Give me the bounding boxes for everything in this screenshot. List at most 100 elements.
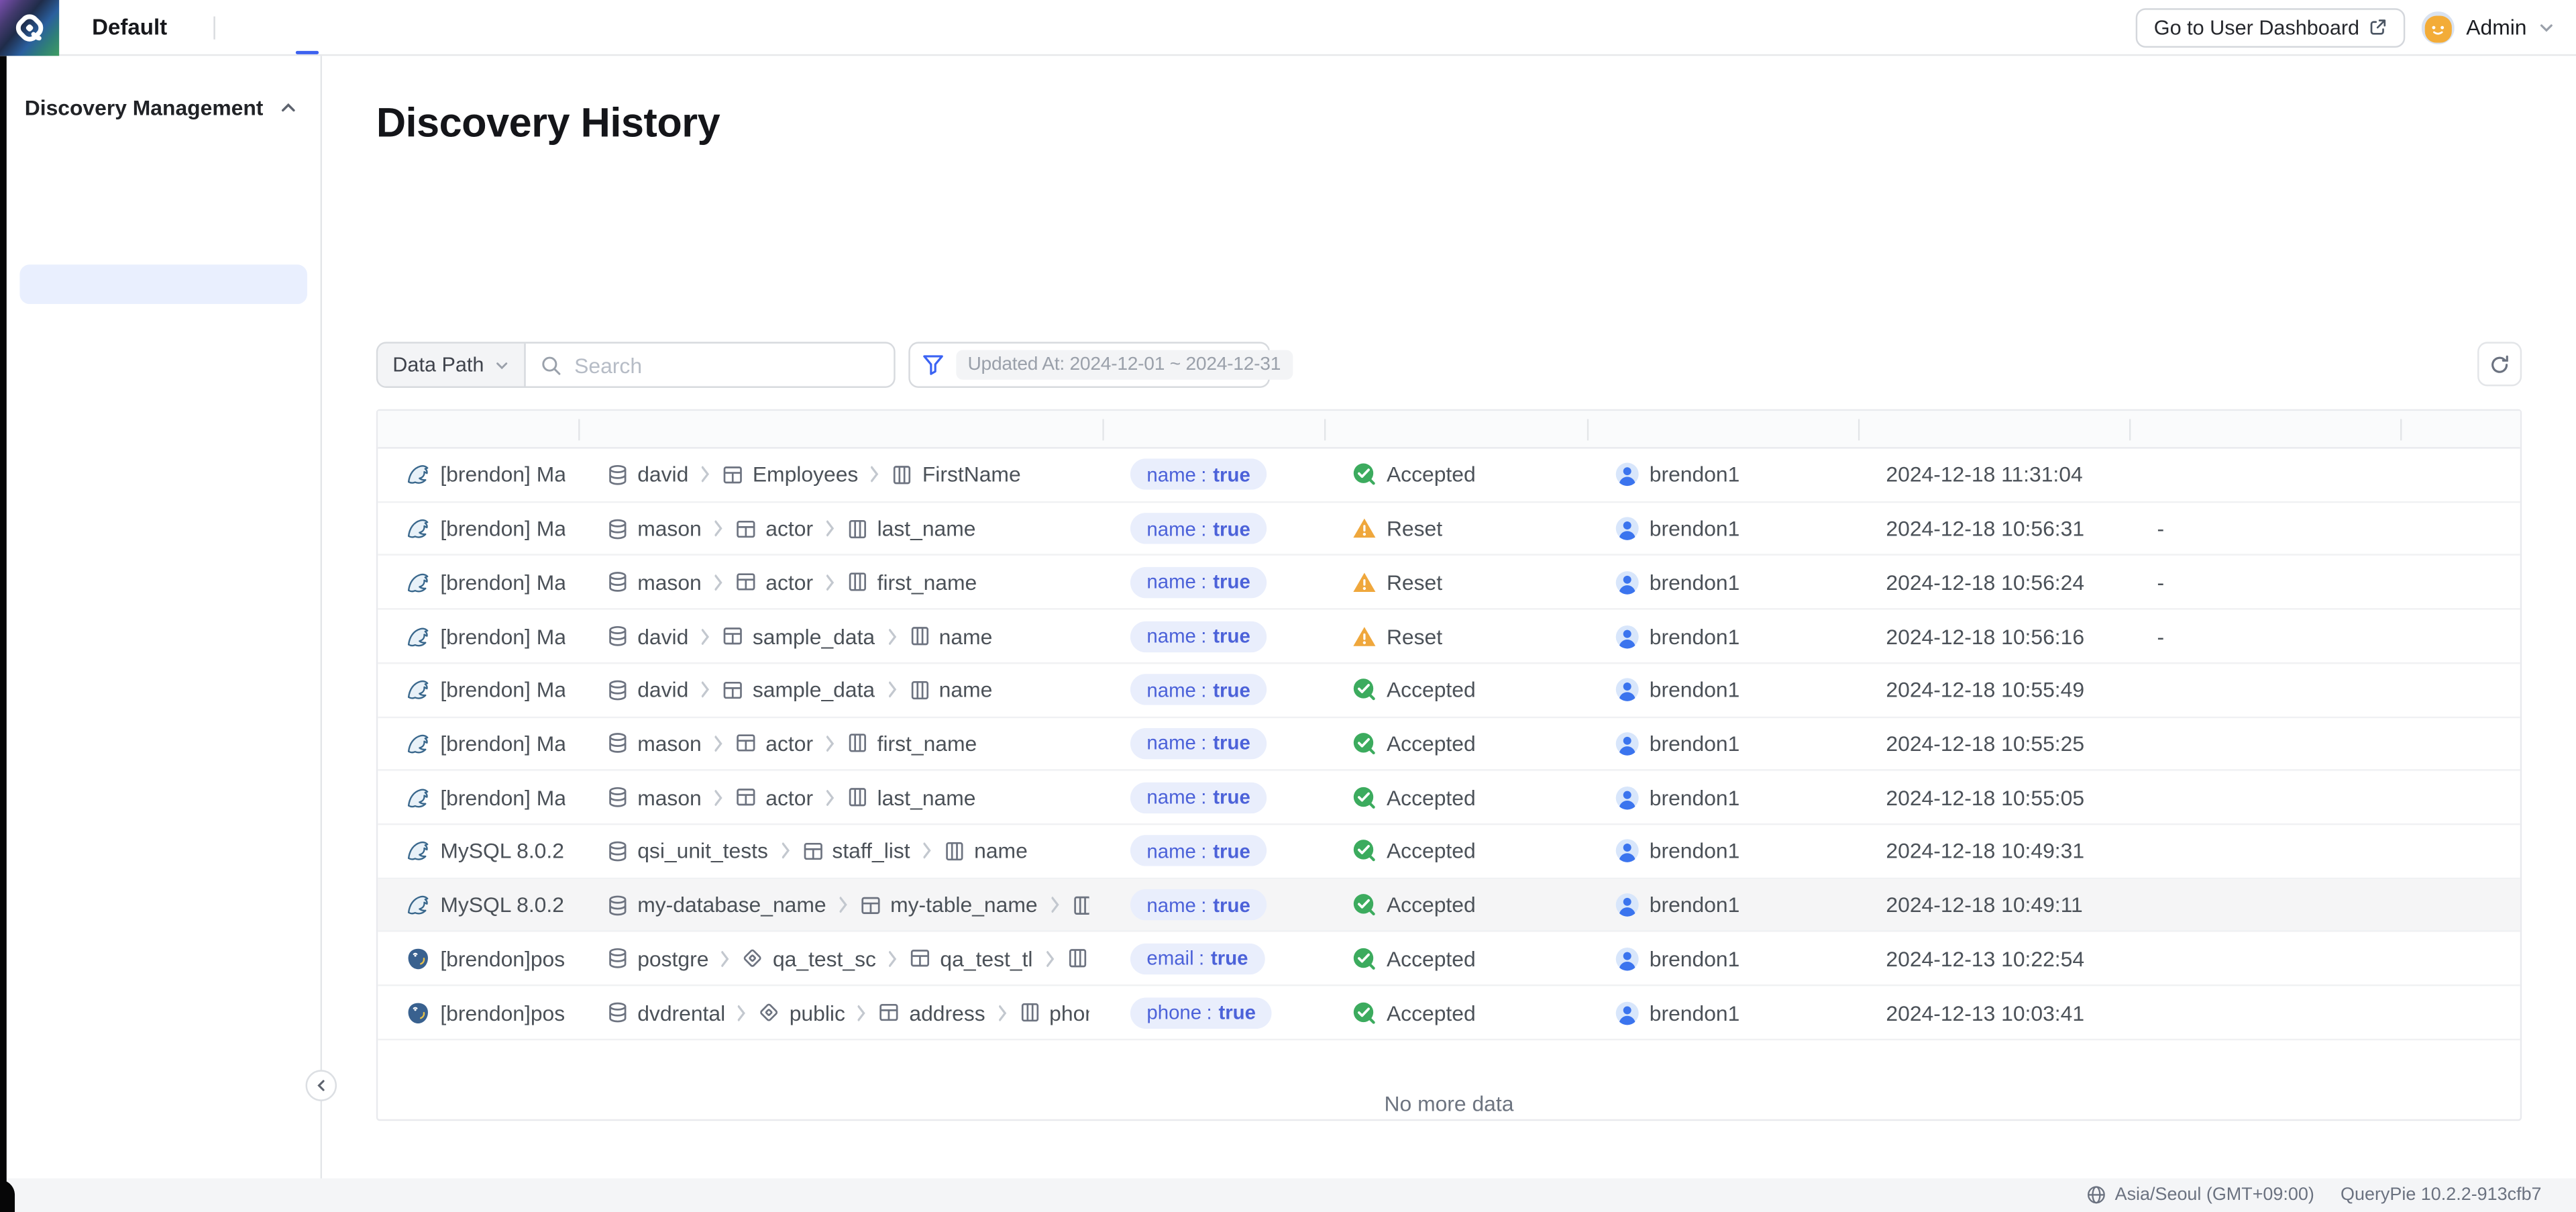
updated-by-label: brendon1: [1650, 839, 1740, 864]
mysql-logo-icon: [406, 839, 431, 864]
table-row[interactable]: [brendon] Maria masonactorfirst_name nam…: [378, 556, 2520, 610]
sidebar-collapse-button[interactable]: [306, 1069, 337, 1101]
updated-by-label: brendon1: [1650, 570, 1740, 595]
status-bar: Asia/Seoul (GMT+09:00) QueryPie 10.2.2-9…: [0, 1178, 2576, 1212]
chevron-right-icon: [855, 1003, 869, 1022]
nav-tab-servers[interactable]: [376, 0, 422, 54]
path-segment-label: david: [637, 623, 688, 648]
connection-label: [brendon] Maria: [440, 462, 565, 487]
go-to-user-dashboard-button[interactable]: Go to User Dashboard: [2136, 7, 2406, 47]
path-segment-database: postgre: [606, 946, 709, 971]
path-segment-label: first_name: [877, 570, 977, 595]
mysql-logo-icon: [406, 678, 431, 703]
top-navigation-bar: Default Go to User Dashboard: [0, 0, 2576, 56]
path-segment-column: name: [908, 678, 992, 703]
path-segment-label: last_name: [877, 516, 976, 541]
accepted-check-icon: [1352, 678, 1377, 703]
sensitive-item-badge: name:true: [1130, 728, 1267, 760]
table-row[interactable]: MySQL 8.0.28 my-database_namemy-table_na…: [378, 879, 2520, 933]
refresh-button[interactable]: [2477, 342, 2522, 386]
database-icon: [606, 571, 629, 594]
version-status: QueryPie 10.2.2-913cfb7: [2341, 1185, 2542, 1205]
user-avatar-icon: [1615, 731, 1640, 756]
querypie-logo[interactable]: [0, 0, 59, 55]
column-header-connection: [378, 411, 578, 447]
path-segment-label: actor: [765, 570, 813, 595]
path-segment-table: actor: [735, 516, 813, 541]
search-icon: [540, 354, 561, 376]
database-icon: [606, 840, 629, 862]
cell-action: Accepted: [1324, 785, 1587, 810]
chevron-right-icon: [778, 842, 792, 861]
database-icon: [606, 786, 629, 809]
search-field-selector[interactable]: Data Path: [378, 344, 525, 387]
connection-label: [brendon] Maria: [440, 678, 565, 703]
cell-updated-by: brendon1: [1587, 623, 1858, 648]
top-nav-tabs: [238, 0, 514, 54]
cell-action: Accepted: [1324, 946, 1587, 971]
table-row[interactable]: [brendon] Maria davidsample_dataname nam…: [378, 610, 2520, 664]
nav-tab-audit[interactable]: [468, 0, 514, 54]
date-filter-tag[interactable]: Updated At: 2024-12-01 ~ 2024-12-31: [956, 350, 1292, 380]
mysql-logo-icon: [406, 731, 431, 756]
sidebar-item-dashboard[interactable]: [19, 136, 307, 176]
sidebar-item-discovery-history[interactable]: [19, 264, 307, 304]
table-row[interactable]: [brendon] Maria masonactorlast_name name…: [378, 503, 2520, 556]
cell-connection: [brendon] Maria: [378, 570, 578, 595]
nav-tab-kubernetes[interactable]: [422, 0, 468, 54]
chevron-right-icon: [711, 788, 724, 807]
chevron-down-icon: [2538, 19, 2555, 35]
mysql-logo-icon: [406, 785, 431, 810]
table-icon: [735, 732, 757, 755]
page-title: Discovery History: [376, 100, 720, 148]
table-row[interactable]: [brendon] Maria masonactorfirst_name nam…: [378, 717, 2520, 771]
table-row[interactable]: MySQL 8.0.28 qsi_unit_testsstaff_listnam…: [378, 825, 2520, 878]
nav-tab-discovery[interactable]: [284, 0, 330, 54]
path-segment-label: staff_list: [832, 839, 910, 864]
path-segment-schema: qa_test_sc: [741, 946, 876, 971]
table-row[interactable]: [brendon]postgr dvdrentalpublicaddressph…: [378, 987, 2520, 1040]
nav-tab-databases[interactable]: [330, 0, 376, 54]
table-row[interactable]: [brendon]postgr postgreqa_test_scqa_test…: [378, 933, 2520, 987]
path-segment-label: actor: [765, 731, 813, 756]
mysql-logo-icon: [406, 516, 431, 541]
user-menu[interactable]: Admin: [2422, 11, 2555, 44]
cell-sensitive-items: phone:true: [1102, 997, 1324, 1028]
path-segment-database: mason: [606, 516, 702, 541]
table-row[interactable]: [brendon] Maria davidEmployeesFirstName …: [378, 449, 2520, 503]
sidebar-item-detection-profiles[interactable]: [19, 350, 307, 390]
table-row[interactable]: [brendon] Maria davidsample_dataname nam…: [378, 664, 2520, 717]
cell-data-path: my-database_namemy-table_namename: [578, 893, 1102, 917]
path-segment-label: address: [909, 1000, 985, 1025]
cell-action: Accepted: [1324, 731, 1587, 756]
search-input[interactable]: [571, 351, 879, 379]
nav-tab-general[interactable]: [238, 0, 284, 54]
cell-updated-by: brendon1: [1587, 1000, 1858, 1025]
path-segment-label: actor: [765, 516, 813, 541]
path-segment-column: first_name: [846, 731, 977, 756]
date-filter[interactable]: Updated At: 2024-12-01 ~ 2024-12-31: [908, 342, 1270, 388]
sidebar-item-inventory[interactable]: [19, 179, 307, 219]
search-combo: Data Path: [376, 342, 896, 388]
path-segment-database: mason: [606, 785, 702, 810]
user-avatar-icon: [1615, 516, 1640, 541]
action-label: Accepted: [1387, 785, 1476, 810]
cell-updated-at: 2024-12-13 10:22:54: [1858, 946, 2129, 971]
path-segment-label: my-database_name: [637, 893, 826, 917]
sidebar-section-header[interactable]: Discovery Management: [7, 56, 321, 136]
sidebar-item-scan-results[interactable]: [19, 307, 307, 347]
cell-data-path: qsi_unit_testsstaff_listname: [578, 839, 1102, 864]
chevron-right-icon: [711, 572, 724, 592]
database-icon: [606, 1001, 629, 1024]
path-segment-column: phone: [1018, 1000, 1089, 1025]
path-segment-label: david: [637, 678, 688, 703]
chevron-right-icon: [735, 1003, 749, 1022]
column-icon: [908, 678, 930, 701]
sidebar-item-discovery-jobs[interactable]: [19, 222, 307, 262]
user-avatar-icon: [1615, 785, 1640, 810]
sidebar-item-data-patterns[interactable]: [19, 393, 307, 432]
cell-data-path: masonactorfirst_name: [578, 570, 1102, 595]
table-row[interactable]: [brendon] Maria masonactorlast_name name…: [378, 771, 2520, 825]
verification-history-table: [brendon] Maria davidEmployeesFirstName …: [376, 409, 2522, 1120]
path-segment-label: FirstName: [922, 462, 1021, 487]
